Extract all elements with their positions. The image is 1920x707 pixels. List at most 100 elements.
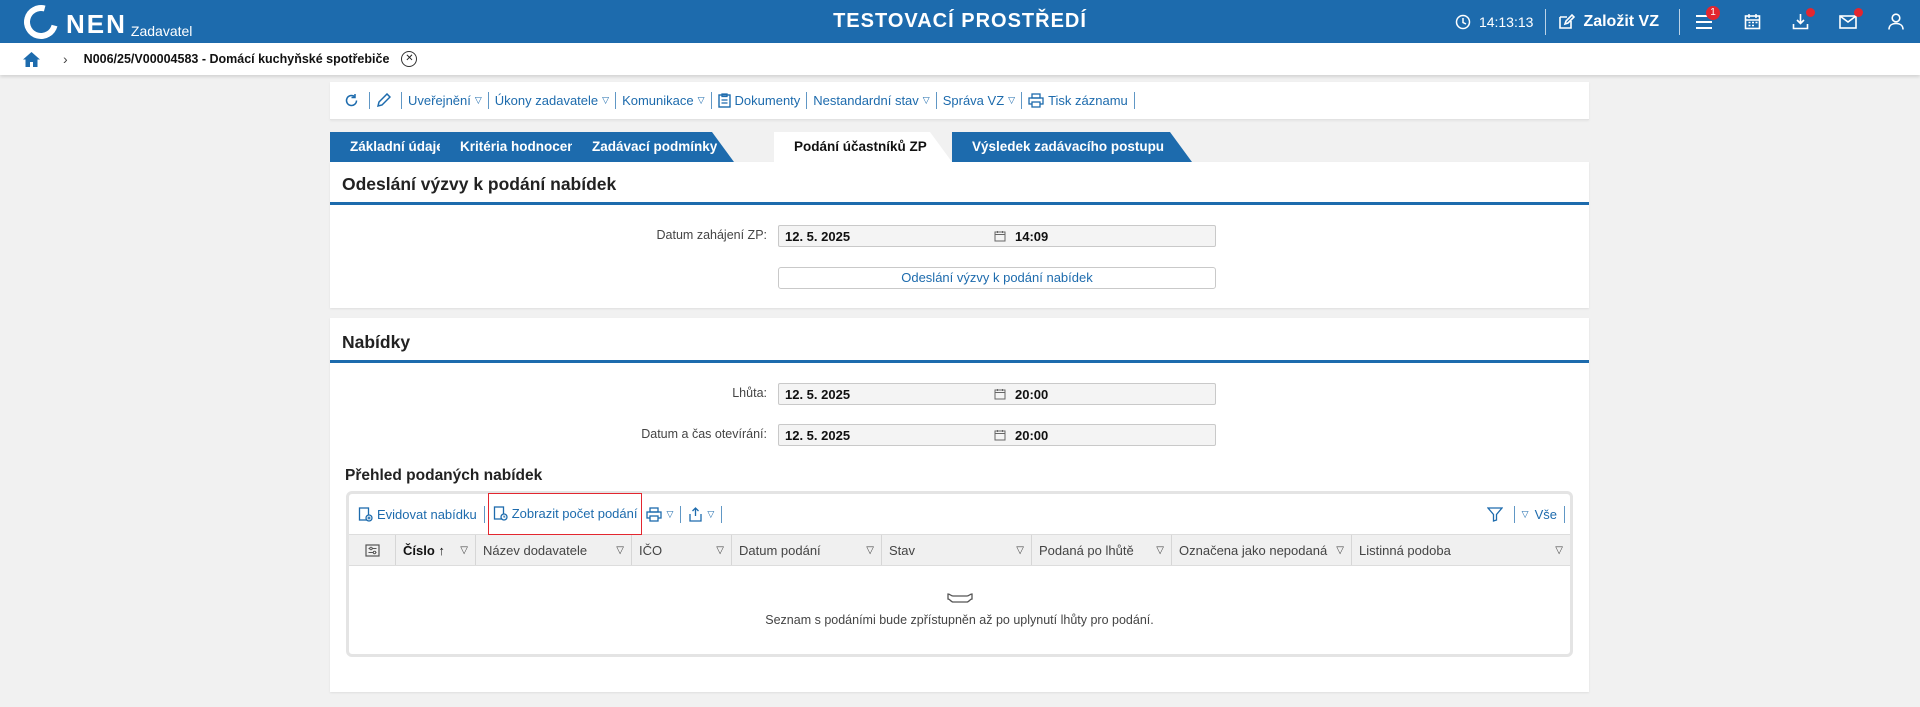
divider bbox=[483, 505, 485, 523]
divider bbox=[680, 505, 682, 523]
logo-subtitle: Zadavatel bbox=[130, 23, 193, 39]
grid-export-button[interactable]: ▽ bbox=[684, 494, 718, 534]
column-header[interactable]: IČO ▽ bbox=[632, 535, 732, 565]
home-icon bbox=[23, 51, 40, 67]
menu-documents[interactable]: Dokumenty bbox=[712, 93, 807, 108]
deadline-date-value: 12. 5. 2025 bbox=[785, 386, 851, 402]
user-button[interactable] bbox=[1872, 0, 1920, 43]
chevron-right-icon: › bbox=[63, 51, 68, 67]
downloads-button[interactable] bbox=[1776, 0, 1824, 43]
dropdown-triangle-icon: ▽ bbox=[866, 544, 874, 556]
calendar-icon bbox=[1744, 14, 1760, 30]
messages-button[interactable] bbox=[1824, 0, 1872, 43]
dropdown-triangle-icon: ▽ bbox=[707, 508, 715, 519]
session-clock: 14:13:13 bbox=[1455, 14, 1546, 30]
column-header[interactable]: Podaná po lhůtě ▽ bbox=[1032, 535, 1172, 565]
start-date-value: 12. 5. 2025 bbox=[785, 228, 851, 244]
tab-evaluation-criteria[interactable]: Kritéria hodnocení bbox=[440, 132, 594, 162]
menu-contracting-acts[interactable]: Úkony zadavatele ▽ bbox=[489, 93, 615, 108]
clock-time: 14:13:13 bbox=[1478, 13, 1534, 30]
start-time-value: 14:09 bbox=[1015, 228, 1049, 244]
column-header[interactable]: Název dodavatele ▽ bbox=[476, 535, 632, 565]
send-invitation-button[interactable]: Odeslání výzvy k podání nabídek bbox=[778, 267, 1216, 289]
empty-message: Seznam s podáními bude zpřístupněn až po… bbox=[765, 613, 1154, 627]
edit-button[interactable] bbox=[370, 93, 401, 108]
column-settings-icon bbox=[364, 543, 380, 557]
dropdown-triangle-icon: ▽ bbox=[1156, 544, 1164, 556]
home-button[interactable] bbox=[22, 51, 41, 68]
dropdown-triangle-icon: ▽ bbox=[1008, 95, 1016, 105]
calendar-icon[interactable] bbox=[989, 429, 1011, 441]
deadline-label: Lhůta: bbox=[732, 386, 767, 400]
refresh-button[interactable] bbox=[338, 93, 369, 108]
deadline-time-value: 20:00 bbox=[1015, 386, 1049, 402]
close-record-button[interactable]: ✕ bbox=[401, 51, 418, 67]
register-offer-button[interactable]: Evidovat nabídku bbox=[354, 494, 481, 534]
divider bbox=[710, 92, 712, 109]
calendar-button[interactable] bbox=[1728, 0, 1776, 43]
calendar-icon[interactable] bbox=[989, 388, 1011, 400]
show-submission-count-button[interactable]: Zobrazit počet podání bbox=[487, 492, 643, 535]
grid-filter-area: ▽ Vše bbox=[1483, 494, 1568, 534]
dropdown-triangle-icon: ▽ bbox=[1555, 544, 1563, 556]
tab-participant-submissions[interactable]: Podání účastníků ZP bbox=[774, 132, 952, 162]
opening-time-value: 20:00 bbox=[1015, 427, 1049, 443]
menu-nonstandard-state[interactable]: Nestandardní stav ▽ bbox=[807, 93, 935, 108]
dropdown-triangle-icon: ▽ bbox=[474, 95, 482, 105]
export-icon bbox=[689, 506, 703, 522]
dropdown-triangle-icon: ▽ bbox=[1016, 544, 1024, 556]
deadline-field[interactable]: 12. 5. 2025 20:00 bbox=[778, 383, 1216, 405]
divider bbox=[615, 92, 617, 109]
grid-toolbar: Evidovat nabídku Zobrazit počet podání ▽… bbox=[349, 492, 1570, 535]
opening-field[interactable]: 12. 5. 2025 20:00 bbox=[778, 424, 1216, 446]
breadcrumb-record[interactable]: N006/25/V00004583 - Domácí kuchyňské spo… bbox=[84, 52, 390, 66]
column-header[interactable]: Stav ▽ bbox=[882, 535, 1032, 565]
column-header[interactable]: Datum podání ▽ bbox=[732, 535, 882, 565]
clipboard-icon bbox=[717, 93, 731, 108]
divider bbox=[369, 92, 370, 109]
tab-tender-conditions[interactable]: Zadávací podmínky bbox=[572, 132, 734, 162]
menu-publish[interactable]: Uveřejnění ▽ bbox=[402, 93, 488, 108]
menu-button[interactable]: 1 bbox=[1680, 0, 1728, 43]
calendar-icon[interactable] bbox=[989, 230, 1011, 242]
divider bbox=[1021, 92, 1023, 109]
empty-state: Seznam s podáními bude zpřístupněn až po… bbox=[349, 566, 1570, 654]
tab-procedure-result[interactable]: Výsledek zadávacího postupu bbox=[952, 132, 1192, 162]
create-contract-button[interactable]: Založit VZ bbox=[1546, 13, 1679, 31]
column-settings-button[interactable] bbox=[349, 535, 396, 565]
start-datetime-field[interactable]: 12. 5. 2025 14:09 bbox=[778, 225, 1216, 247]
offers-title: Nabídky bbox=[330, 318, 1589, 363]
opening-date-value: 12. 5. 2025 bbox=[785, 427, 851, 443]
column-header[interactable]: Číslo ↑ ▽ bbox=[396, 535, 476, 565]
filter-button[interactable] bbox=[1483, 494, 1511, 534]
nen-logo[interactable]: NEN Zadavatel bbox=[17, 0, 193, 46]
column-header[interactable]: Označena jako nepodaná ▽ bbox=[1172, 535, 1352, 565]
send-invitation-row: Odeslání výzvy k podání nabídek bbox=[330, 267, 1589, 289]
divider bbox=[935, 92, 937, 109]
menu-badge: 1 bbox=[1706, 6, 1720, 20]
column-header[interactable]: Listinná podoba ▽ bbox=[1352, 535, 1570, 565]
dropdown-triangle-icon: ▽ bbox=[666, 508, 674, 519]
divider bbox=[1133, 92, 1135, 109]
refresh-icon bbox=[345, 94, 358, 107]
print-record-button[interactable]: Tisk záznamu bbox=[1022, 93, 1134, 108]
divider bbox=[721, 505, 723, 523]
invitation-title: Odeslání výzvy k podání nabídek bbox=[330, 162, 1589, 205]
opening-row: Datum a čas otevírání: 12. 5. 2025 20:00 bbox=[330, 424, 1589, 446]
envelope-icon bbox=[1839, 14, 1857, 29]
filter-all-dropdown[interactable]: ▽ Vše bbox=[1518, 494, 1561, 534]
deadline-row: Lhůta: 12. 5. 2025 20:00 bbox=[330, 383, 1589, 405]
dropdown-triangle-icon: ▽ bbox=[922, 95, 930, 105]
divider bbox=[401, 92, 402, 109]
count-document-icon bbox=[493, 506, 508, 521]
menu-communication[interactable]: Komunikace ▽ bbox=[616, 93, 710, 108]
start-date-label: Datum zahájení ZP: bbox=[656, 228, 767, 242]
printer-icon bbox=[646, 506, 663, 522]
grid-print-button[interactable]: ▽ bbox=[642, 494, 677, 534]
start-date-row: Datum zahájení ZP: 12. 5. 2025 14:09 bbox=[330, 225, 1589, 247]
offers-panel: Nabídky Lhůta: 12. 5. 2025 20:00 Datum a… bbox=[330, 318, 1589, 692]
printer-icon bbox=[1028, 93, 1044, 108]
dropdown-triangle-icon: ▽ bbox=[602, 95, 610, 105]
menu-management[interactable]: Správa VZ ▽ bbox=[937, 93, 1021, 108]
divider bbox=[1564, 505, 1565, 523]
